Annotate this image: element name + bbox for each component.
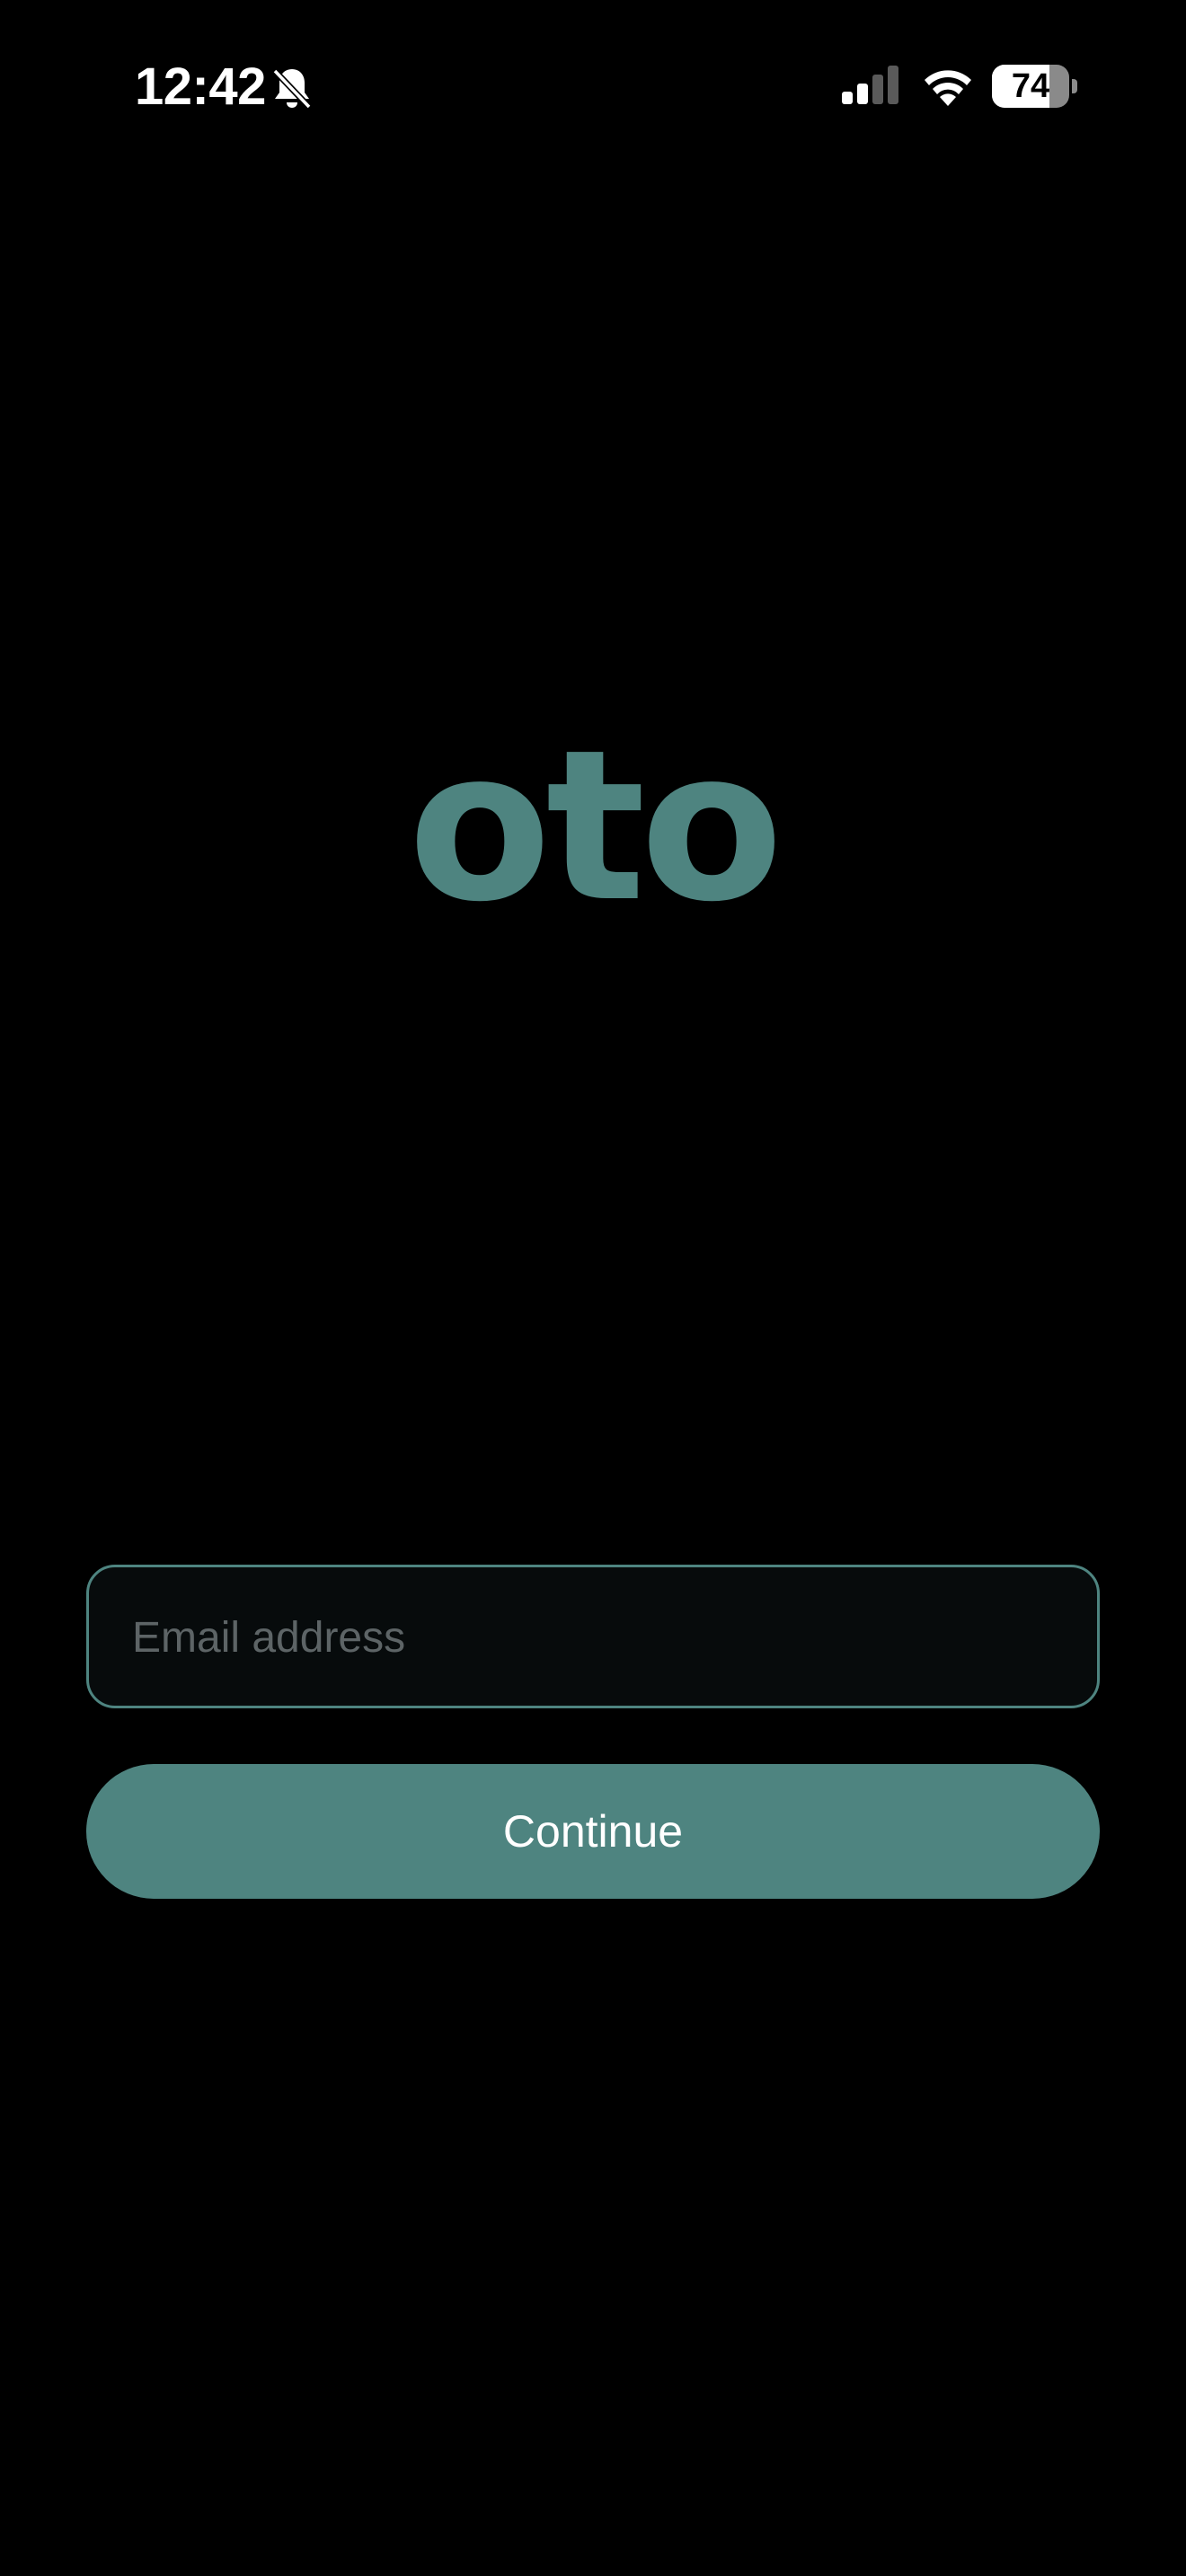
battery-indicator: 74	[992, 65, 1078, 108]
status-bar: 12:42 74	[0, 0, 1186, 171]
cellular-signal-icon	[842, 66, 898, 104]
battery-body: 74	[992, 65, 1069, 108]
wifi-icon	[925, 70, 971, 106]
battery-level: 74	[1011, 67, 1050, 105]
app-logo: oto	[408, 705, 783, 948]
email-field[interactable]	[86, 1565, 1100, 1708]
email-input[interactable]	[130, 1567, 1059, 1707]
continue-button[interactable]: Continue	[86, 1764, 1100, 1899]
status-time: 12:42	[135, 57, 266, 116]
battery-tip	[1072, 79, 1077, 93]
bell-slash-icon	[272, 68, 312, 110]
